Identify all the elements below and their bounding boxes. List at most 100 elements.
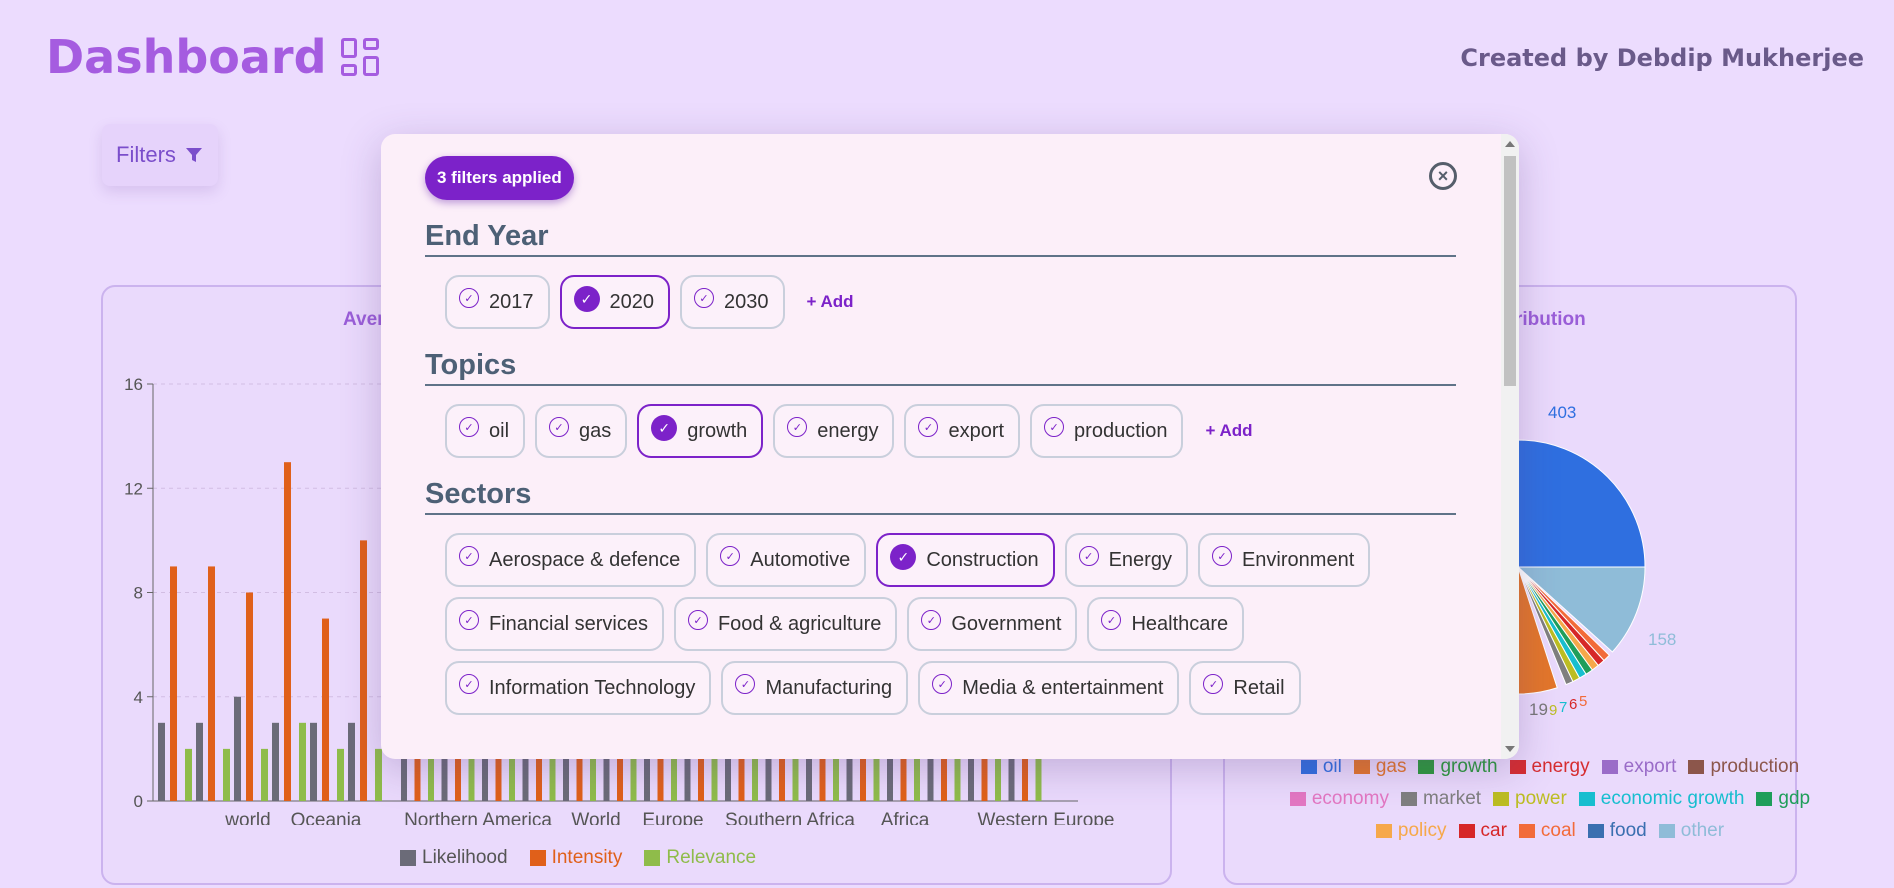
legend-item-intensity[interactable]: Intensity [529,847,623,869]
filter-chip-environment[interactable]: ✓ Environment [1197,533,1371,587]
legend-label: economic growth [1600,788,1745,809]
pie-value-label: 19 [1529,700,1548,719]
check-circle-icon: ✓ [694,288,714,308]
legend-item-likelihood[interactable]: Likelihood [400,847,508,869]
filter-chip-production[interactable]: ✓ production [1030,404,1184,458]
filter-chip-media-entertainment[interactable]: ✓ Media & entertainment [918,661,1180,715]
legend-item-export[interactable]: export [1601,752,1676,782]
filter-chip-label: Retail [1233,676,1285,699]
filters-label: Filters [116,142,176,167]
legend-swatch [1493,792,1510,806]
y-tick-label: 16 [124,375,143,394]
filter-chip-gas[interactable]: ✓ gas [535,404,628,458]
filter-chip-manufacturing[interactable]: ✓ Manufacturing [721,661,909,715]
check-circle-icon: ✓ [1101,610,1122,630]
scrollbar-thumb[interactable] [1504,156,1516,386]
filter-chip-information-technology[interactable]: ✓ Information Technology [445,661,712,715]
check-circle-icon: ✓ [918,417,939,437]
x-tick-label: Northern America [404,810,552,825]
filter-chip-label: energy [817,419,879,442]
check-circle-icon: ✓ [787,417,808,437]
filter-chip-label: Energy [1108,548,1172,571]
filter-chip-2017[interactable]: ✓ 2017 [445,275,550,329]
x-tick-label: Africa [881,810,930,825]
filter-chip-2020[interactable]: ✓ 2020 [559,275,670,329]
filters-button[interactable]: Filters [102,124,218,186]
chart-bar-intensity [360,540,367,801]
filter-chip-label: Financial services [489,612,648,635]
legend-item-production[interactable]: production [1688,752,1799,782]
y-tick-label: 4 [134,688,143,707]
legend-swatch [1300,760,1317,774]
filter-chip-financial-services[interactable]: ✓ Financial services [445,597,664,651]
add-filter-link[interactable]: + Add [1193,404,1252,458]
filter-chip-government[interactable]: ✓ Government [907,597,1078,651]
section-title-topics: Topics [425,349,1456,386]
legend-item-economy[interactable]: economy [1289,784,1389,814]
filter-chip-growth[interactable]: ✓ growth [637,404,764,458]
scroll-down-arrow-icon[interactable] [1505,746,1515,752]
legend-item-policy[interactable]: policy [1375,816,1447,846]
pie-value-label: 403 [1548,403,1576,422]
check-circle-icon: ✓ [890,544,917,570]
legend-swatch [529,850,546,866]
legend-item-market[interactable]: market [1400,784,1482,814]
legend-item-other[interactable]: other [1658,816,1725,846]
legend-swatch [1418,760,1435,774]
legend-item-economic-growth[interactable]: economic growth [1578,784,1745,814]
chart-bar-likelihood [348,722,355,801]
legend-item-food[interactable]: food [1587,816,1647,846]
legend-label: coal [1540,820,1576,841]
legend-label: production [1710,756,1800,777]
check-circle-icon: ✓ [1078,546,1099,566]
chart-bar-intensity [208,566,215,801]
filter-chip-label: Environment [1241,548,1355,571]
close-circle-icon[interactable]: × [1429,162,1457,190]
filter-chip-oil[interactable]: ✓ oil [445,404,526,458]
modal-scrollbar[interactable] [1501,134,1519,759]
pie-value-label: 6 [1569,696,1577,713]
legend-item-gdp[interactable]: gdp [1756,784,1810,814]
filter-chip-energy[interactable]: ✓ energy [773,404,895,458]
chart-bar-intensity [284,462,291,801]
check-circle-icon: ✓ [459,417,479,437]
legend-swatch [1658,824,1675,838]
filter-chip-export[interactable]: ✓ export [904,404,1021,458]
check-circle-icon: ✓ [459,674,479,694]
legend-swatch [1688,760,1705,774]
legend-label: Intensity [551,847,623,868]
legend-item-car[interactable]: car [1458,816,1507,846]
legend-item-coal[interactable]: coal [1518,816,1576,846]
check-circle-icon: ✓ [459,546,479,566]
chart-bar-intensity [246,592,253,801]
chart-bar-relevance [337,748,344,801]
legend-swatch [1518,824,1535,838]
x-tick-label: world [224,810,270,825]
filter-chip-healthcare[interactable]: ✓ Healthcare [1087,597,1245,651]
check-circle-icon: ✓ [573,286,600,312]
chart-bar-intensity [170,566,177,801]
filter-chip-retail[interactable]: ✓ Retail [1189,661,1301,715]
legend-item-energy[interactable]: energy [1509,752,1590,782]
legend-label: policy [1397,820,1447,841]
dashboard-title: Dashboard [46,30,379,84]
scroll-up-arrow-icon[interactable] [1505,141,1515,147]
filter-chip-construction[interactable]: ✓ Construction [876,533,1055,587]
legend-item-relevance[interactable]: Relevance [644,847,756,869]
legend-swatch [400,850,416,866]
legend-label: other [1680,820,1725,841]
filter-chip-label: Healthcare [1131,612,1229,635]
filter-chip-2030[interactable]: ✓ 2030 [680,275,785,329]
legend-label: market [1422,788,1482,809]
filter-chip-aerospace-defence[interactable]: ✓ Aerospace & defence [445,533,697,587]
add-filter-link[interactable]: + Add [795,275,854,329]
filter-chip-automotive[interactable]: ✓ Automotive [706,533,867,587]
check-circle-icon: ✓ [1211,546,1232,566]
chart-bar-relevance [299,722,306,801]
filter-chip-label: growth [687,419,748,442]
filter-chip-food-agriculture[interactable]: ✓ Food & agriculture [673,597,898,651]
legend-label: Relevance [666,847,757,868]
legend-item-power[interactable]: power [1493,784,1567,814]
filter-chip-energy[interactable]: ✓ Energy [1064,533,1188,587]
pie-value-label: 158 [1648,630,1676,649]
